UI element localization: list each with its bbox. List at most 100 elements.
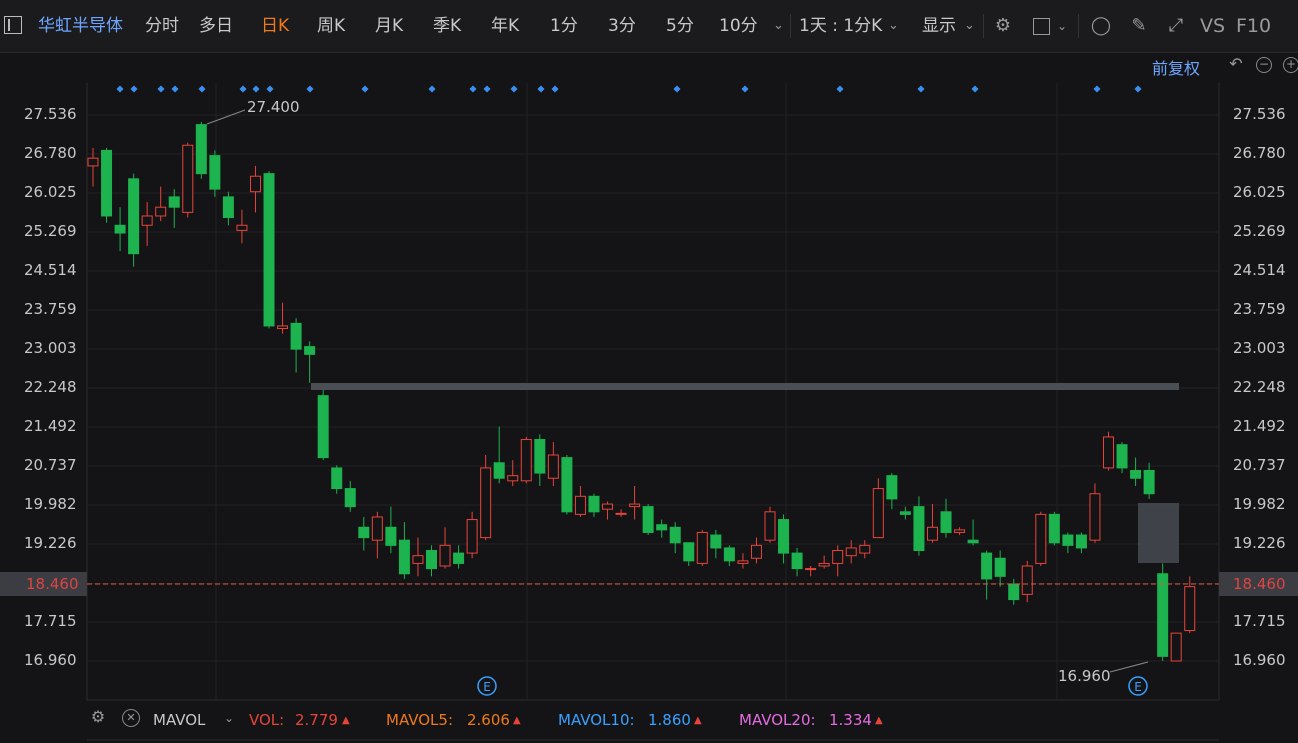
candle (737, 553, 749, 569)
candle-body (656, 524, 668, 531)
candle (954, 527, 966, 536)
candle (1008, 578, 1020, 605)
candle (331, 465, 343, 494)
candle-body (128, 178, 140, 255)
candle-body (886, 475, 898, 500)
y-tick-label: 27.536 (1233, 105, 1286, 123)
candle-body (1048, 513, 1060, 544)
candle (1089, 483, 1101, 543)
mavol5-up-arrow-icon: ▲ (513, 715, 521, 726)
close-icon[interactable]: ✕ (122, 709, 140, 727)
candle-body (1075, 534, 1087, 549)
event-marker-e2: E (1128, 676, 1148, 696)
indicator-gear-icon[interactable]: ⚙ (89, 709, 107, 727)
high-pointer (206, 109, 246, 125)
event-dot (252, 85, 260, 93)
candle (493, 426, 505, 484)
candle-body (926, 526, 938, 541)
candle-body (696, 531, 708, 564)
candle-body (994, 557, 1006, 577)
candle-body (778, 519, 790, 554)
candle-body (371, 516, 383, 541)
candle (1130, 457, 1142, 486)
y-tick-label: 19.982 (1233, 494, 1286, 513)
candle (507, 460, 519, 486)
event-dot (198, 85, 206, 93)
candle (371, 511, 383, 559)
y-tick-label: 27.536 (24, 105, 77, 123)
candle-body (385, 526, 397, 546)
candle (547, 442, 559, 486)
candle (1035, 511, 1047, 567)
indicator-name[interactable]: MAVOL (153, 711, 205, 729)
event-dot (971, 85, 979, 93)
candle (263, 171, 275, 329)
candle (209, 150, 221, 197)
candle-body (263, 173, 275, 327)
candle-body (466, 519, 478, 554)
candle-body (602, 503, 614, 510)
candle (818, 555, 830, 569)
candles (87, 122, 1196, 662)
candle-body (805, 568, 817, 571)
y-tick-label: 16.960 (24, 651, 77, 669)
mavol5-label: MAVOL5: (386, 711, 454, 729)
candle-body (344, 488, 356, 508)
candle-body (1157, 573, 1169, 657)
resistance-band (311, 383, 1179, 390)
candle-body (236, 224, 248, 231)
candle-body (574, 495, 586, 515)
vol-value: 2.779 (295, 711, 338, 729)
candle-body (222, 196, 234, 219)
candle-body (791, 552, 803, 570)
event-dot (917, 85, 925, 93)
candle (872, 478, 884, 539)
candle (1116, 442, 1128, 474)
candle-body (114, 224, 126, 234)
candle-body (453, 552, 465, 564)
indicator-chevron-icon[interactable]: ⌄ (224, 711, 234, 725)
candle (534, 434, 546, 486)
y-tick-label: 23.759 (1233, 299, 1286, 318)
candlestick-chart[interactable]: E E (0, 0, 1298, 743)
candle (805, 566, 817, 577)
candle-body (642, 506, 654, 533)
candle (750, 537, 762, 564)
candle-body (737, 560, 749, 564)
candle-body (818, 562, 830, 567)
candle (453, 545, 465, 569)
candle-body (155, 206, 167, 217)
candle (222, 191, 234, 226)
y-tick-label: 16.960 (1233, 651, 1286, 669)
candle-body (1089, 493, 1101, 541)
high-price-label: 27.400 (247, 98, 300, 116)
candle (1103, 431, 1114, 471)
candle (574, 485, 586, 517)
candle-body (317, 395, 329, 459)
candle-body (981, 552, 993, 580)
event-dot (266, 85, 274, 93)
candle-body (87, 157, 99, 167)
candle (859, 540, 871, 559)
candle-body (1021, 565, 1033, 595)
candle-body (398, 539, 410, 575)
candle (101, 147, 113, 223)
candle (696, 529, 708, 567)
mavol10-value: 1.860 (648, 711, 691, 729)
indicator-bar: ⚙ ✕ MAVOL ⌄ VOL: 2.779 ▲ MAVOL5: 2.606 ▲… (0, 703, 1298, 743)
candle (195, 122, 207, 179)
candle-body (859, 544, 871, 554)
vol-up-arrow-icon: ▲ (342, 715, 350, 726)
candle (832, 545, 844, 577)
current-price-tag-right: 18.460 (1219, 572, 1298, 596)
candle-body (561, 457, 573, 513)
candle-body (101, 149, 113, 217)
candle (899, 506, 911, 520)
candle-body (141, 215, 153, 226)
candle (1184, 576, 1196, 634)
candle (656, 519, 668, 538)
candle (344, 480, 356, 512)
candle-body (195, 124, 207, 175)
candle (317, 385, 329, 461)
event-marker-label: E (483, 680, 491, 694)
